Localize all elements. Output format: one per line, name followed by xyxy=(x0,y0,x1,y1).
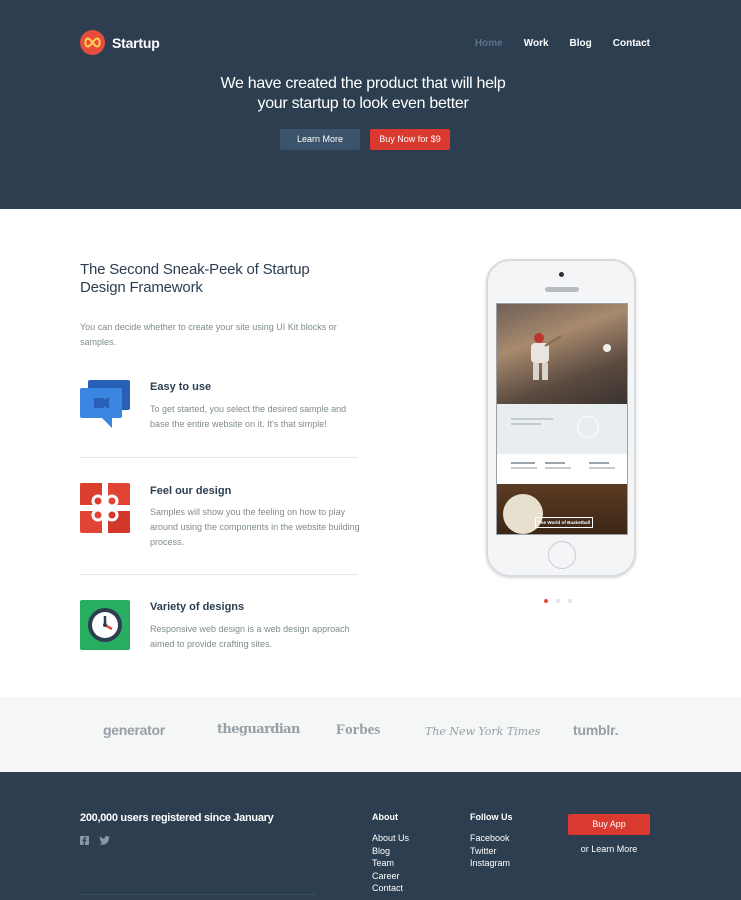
footer-column-title: About xyxy=(372,812,398,822)
phone-camera xyxy=(559,272,564,277)
clock-icon xyxy=(80,600,130,650)
baseball-player-image xyxy=(497,304,627,404)
footer-divider xyxy=(80,894,316,895)
site-header: Startup Home Work Blog Contact We have c… xyxy=(0,0,741,209)
section-title: The Second Sneak-Peek of Startup Design … xyxy=(80,261,310,297)
screen-banner-label: The World of Basketball xyxy=(535,517,593,528)
feature-title: Easy to use xyxy=(150,381,212,393)
press-logos-bar: generator theguardian Forbes The New Yor… xyxy=(0,697,741,772)
footer-link-career[interactable]: Career xyxy=(372,870,409,883)
footer-about-column: About About Us Blog Team Career Contact xyxy=(372,812,409,895)
feature-variety-designs: Variety of designs Responsive web design… xyxy=(80,600,360,660)
footer-follow-column: Follow Us Facebook Twitter Instagram xyxy=(470,812,513,870)
phone-mockup: The World of Basketball xyxy=(486,259,636,577)
logo-the-guardian: theguardian xyxy=(217,722,300,737)
nav-contact[interactable]: Contact xyxy=(613,38,650,49)
footer-link-instagram[interactable]: Instagram xyxy=(470,857,513,870)
brand-name: Startup xyxy=(112,34,160,51)
footer-link-contact[interactable]: Contact xyxy=(372,882,409,895)
logo-tumblr: tumblr. xyxy=(573,722,619,738)
hero-line-1: We have created the product that will he… xyxy=(220,75,506,92)
logo-new-york-times: The New York Times xyxy=(425,725,541,738)
logo[interactable]: Startup xyxy=(80,30,160,55)
buy-app-button[interactable]: Buy App xyxy=(568,814,650,835)
footer-tagline: 200,000 users registered since January xyxy=(80,812,274,824)
feature-title: Variety of designs xyxy=(150,601,245,613)
phone-home-button xyxy=(548,541,576,569)
feature-feel-design: Feel our design Samples will show you th… xyxy=(80,483,360,547)
footer-link-facebook[interactable]: Facebook xyxy=(470,832,513,845)
logo-generator: generator xyxy=(103,722,165,738)
hero-headline: We have created the product that will he… xyxy=(0,74,726,114)
gift-icon xyxy=(80,483,130,533)
section-title-line-1: The Second Sneak-Peek of Startup xyxy=(80,261,310,278)
divider xyxy=(80,457,358,458)
footer-column-title: Follow Us xyxy=(470,812,513,822)
social-links xyxy=(80,832,120,850)
carousel-dot[interactable] xyxy=(556,599,560,603)
phone-speaker xyxy=(545,287,579,292)
footer-link-blog[interactable]: Blog xyxy=(372,845,409,858)
or-learn-more-link[interactable]: or Learn More xyxy=(568,844,650,854)
twitter-icon[interactable] xyxy=(99,832,110,850)
feature-easy-to-use: Easy to use To get started, you select t… xyxy=(80,378,360,438)
nav-work[interactable]: Work xyxy=(524,38,549,49)
footer-link-about-us[interactable]: About Us xyxy=(372,832,409,845)
logo-forbes: Forbes xyxy=(336,722,381,738)
section-lead: You can decide whether to create your si… xyxy=(80,322,337,347)
screen-content-block xyxy=(497,404,627,454)
divider xyxy=(80,574,358,575)
nav-home[interactable]: Home xyxy=(475,38,503,49)
feature-title: Feel our design xyxy=(150,485,232,497)
feature-text: Responsive web design is a web design ap… xyxy=(150,624,350,649)
facebook-icon[interactable] xyxy=(80,832,89,850)
main-nav: Home Work Blog Contact xyxy=(454,38,650,49)
buy-now-button[interactable]: Buy Now for $9 xyxy=(370,129,450,150)
hero-line-2: your startup to look even better xyxy=(257,95,469,112)
carousel-dot[interactable] xyxy=(544,599,548,603)
feature-text: To get started, you select the desired s… xyxy=(150,404,347,429)
feature-text: Samples will show you the feeling on how… xyxy=(150,507,360,547)
site-footer: 200,000 users registered since January A… xyxy=(0,772,741,900)
nav-blog[interactable]: Blog xyxy=(570,38,592,49)
footer-link-twitter[interactable]: Twitter xyxy=(470,845,513,858)
chat-bubbles-icon xyxy=(80,378,130,428)
screen-columns xyxy=(497,454,627,484)
learn-more-button[interactable]: Learn More xyxy=(280,129,360,150)
infinity-logo-icon xyxy=(80,30,105,55)
footer-link-team[interactable]: Team xyxy=(372,857,409,870)
phone-screen: The World of Basketball xyxy=(496,303,628,535)
section-title-line-2: Design Framework xyxy=(80,279,203,296)
carousel-dots xyxy=(544,599,580,603)
hero-buttons: Learn More Buy Now for $9 xyxy=(280,129,450,150)
carousel-dot[interactable] xyxy=(568,599,572,603)
